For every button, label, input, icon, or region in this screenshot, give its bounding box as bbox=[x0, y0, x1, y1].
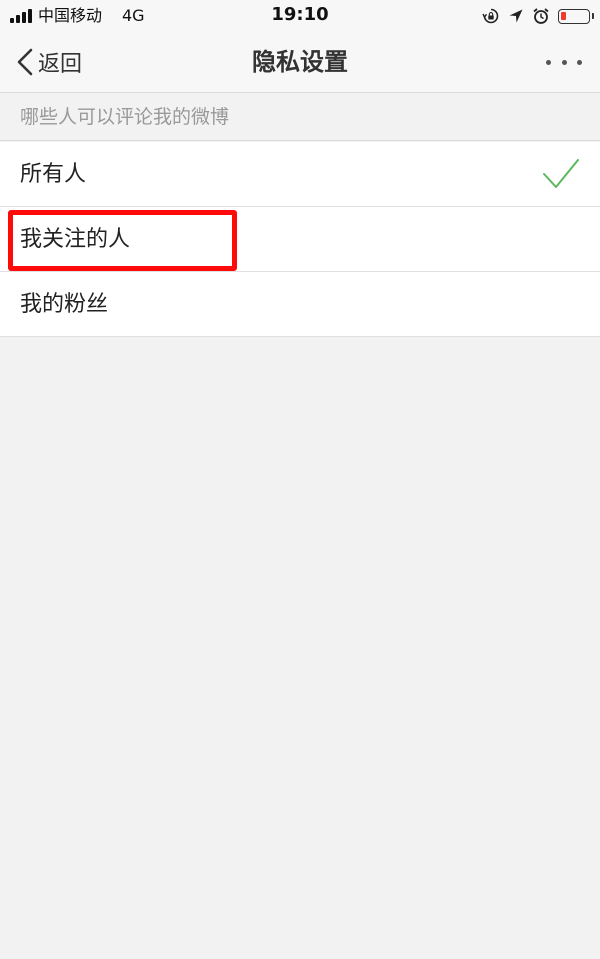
status-bar: 中国移动 4G 19:10 bbox=[0, 0, 600, 32]
comment-permission-list: 所有人 我关注的人 我的粉丝 bbox=[0, 142, 600, 337]
more-dots-icon bbox=[546, 59, 551, 65]
section-header-text: 哪些人可以评论我的微博 bbox=[20, 106, 230, 128]
status-icons bbox=[482, 5, 594, 27]
page-title: 隐私设置 bbox=[252, 48, 348, 76]
checkmark-icon bbox=[543, 159, 579, 188]
more-options-button[interactable] bbox=[546, 50, 582, 74]
section-header: 哪些人可以评论我的微博 bbox=[0, 93, 600, 141]
back-label: 返回 bbox=[38, 52, 83, 77]
option-label: 所有人 bbox=[20, 162, 87, 187]
option-label: 我的粉丝 bbox=[20, 292, 109, 317]
battery-level bbox=[561, 11, 566, 20]
location-arrow-icon bbox=[509, 9, 523, 23]
option-label: 我关注的人 bbox=[20, 227, 131, 252]
battery-icon bbox=[558, 8, 594, 24]
chevron-left-icon bbox=[17, 48, 33, 76]
option-fans[interactable]: 我的粉丝 bbox=[0, 272, 600, 337]
rotation-lock-icon bbox=[482, 8, 499, 24]
back-button[interactable]: 返回 bbox=[16, 44, 82, 80]
navigation-bar: 隐私设置 返回 bbox=[0, 32, 600, 93]
alarm-clock-icon bbox=[533, 8, 549, 24]
option-everyone[interactable]: 所有人 bbox=[0, 142, 600, 207]
option-following[interactable]: 我关注的人 bbox=[0, 207, 600, 272]
